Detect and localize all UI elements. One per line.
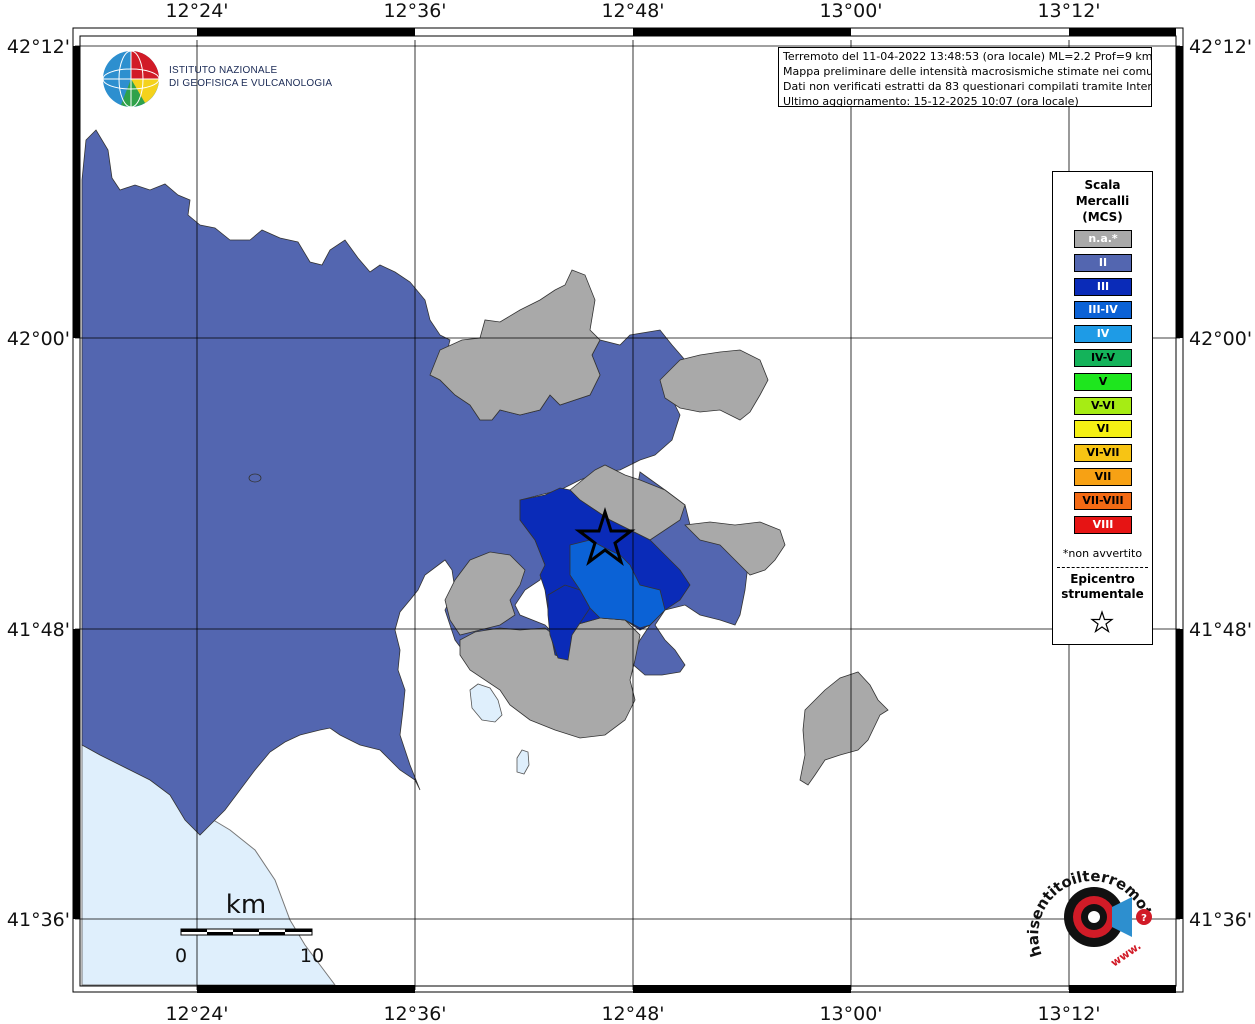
legend-swatch: VII-VIII xyxy=(1074,491,1132,510)
lat-label: 42°00' xyxy=(1189,328,1252,350)
legend-swatch: II xyxy=(1074,253,1132,272)
event-info-line2: Mappa preliminare delle intensità macros… xyxy=(783,65,1152,78)
lon-label: 13°00' xyxy=(819,0,882,22)
lat-label: 41°48' xyxy=(7,619,70,641)
legend-divider xyxy=(1057,567,1148,568)
lon-label: 12°36' xyxy=(383,1003,446,1024)
legend-title-line3: (MCS) xyxy=(1082,210,1123,224)
legend-swatch: IV xyxy=(1074,325,1132,344)
lat-label: 42°12' xyxy=(1189,36,1252,58)
lon-label: 12°36' xyxy=(383,0,446,22)
legend-epicenter-line1: Epicentro xyxy=(1070,572,1135,586)
legend-epicenter-label: Epicentro strumentale xyxy=(1053,572,1152,602)
lon-label: 12°24' xyxy=(165,0,228,22)
legend-swatch: n.a.* xyxy=(1074,230,1132,248)
lat-label: 41°36' xyxy=(1189,909,1252,931)
legend-swatch: V xyxy=(1074,372,1132,391)
legend-title: Scala Mercalli (MCS) xyxy=(1053,177,1152,225)
legend-epicenter-line2: strumentale xyxy=(1061,587,1144,601)
legend-swatch: VI-VII xyxy=(1074,444,1132,463)
scale-unit: km xyxy=(226,890,266,920)
lat-labels-left: 42°12' 42°00' 41°48' 41°36' xyxy=(7,36,70,931)
legend-swatch: VII xyxy=(1074,468,1132,486)
legend-swatch: VI xyxy=(1074,420,1132,439)
event-info-line1: Terremoto del 11-04-2022 13:48:53 (ora l… xyxy=(783,50,1152,63)
ingv-logo: ISTITUTO NAZIONALE DI GEOFISICA E VULCAN… xyxy=(101,48,341,110)
lon-label: 13°00' xyxy=(819,1003,882,1024)
lat-labels-right: 42°12' 42°00' 41°48' 41°36' xyxy=(1189,36,1252,931)
legend-swatch: III-IV xyxy=(1074,301,1132,320)
lon-label: 12°48' xyxy=(601,1003,664,1024)
lon-labels-top: 12°24' 12°36' 12°48' 13°00' 13°12' xyxy=(165,0,1100,22)
lat-label: 42°00' xyxy=(7,328,70,350)
mcs-legend: Scala Mercalli (MCS) n.a.* II III III-IV IV I… xyxy=(1052,171,1153,645)
scale-min: 0 xyxy=(175,945,187,967)
legend-star-icon xyxy=(1090,610,1114,634)
lon-label: 12°24' xyxy=(165,1003,228,1024)
scale-max: 10 xyxy=(300,945,324,967)
lon-label: 13°12' xyxy=(1037,1003,1100,1024)
lat-label: 41°36' xyxy=(7,909,70,931)
lat-label: 41°48' xyxy=(1189,619,1252,641)
lon-label: 12°48' xyxy=(601,0,664,22)
legend-swatch: V-VI xyxy=(1074,396,1132,415)
legend-swatch: IV-V xyxy=(1074,349,1132,367)
haisentito-logo: haisentitoilterremoto.it ? www. xyxy=(1022,855,1156,969)
ingv-logo-line1: ISTITUTO NAZIONALE xyxy=(169,65,278,76)
ingv-globe-icon xyxy=(102,50,160,108)
legend-swatch: III xyxy=(1074,277,1132,296)
legend-note: *non avvertito xyxy=(1062,547,1143,560)
event-info-line4: Ultimo aggiornamento: 15-12-2025 10:07 (… xyxy=(783,95,1079,107)
legend-title-line2: Mercalli xyxy=(1075,194,1130,208)
www-label: www. xyxy=(1108,939,1143,969)
lon-labels-bottom: 12°24' 12°36' 12°48' 13°00' 13°12' xyxy=(165,1003,1100,1024)
lat-label: 42°12' xyxy=(7,36,70,58)
ingv-logo-line2: DI GEOFISICA E VULCANOLOGIA xyxy=(169,78,333,89)
svg-text:?: ? xyxy=(1141,913,1147,924)
event-info-line3: Dati non verificati estratti da 83 quest… xyxy=(783,80,1152,93)
legend-title-line1: Scala xyxy=(1084,178,1121,192)
event-info-box: Terremoto del 11-04-2022 13:48:53 (ora l… xyxy=(778,47,1152,107)
lake-3 xyxy=(248,473,262,483)
lon-label: 13°12' xyxy=(1037,0,1100,22)
legend-swatch: VIII xyxy=(1074,515,1132,534)
